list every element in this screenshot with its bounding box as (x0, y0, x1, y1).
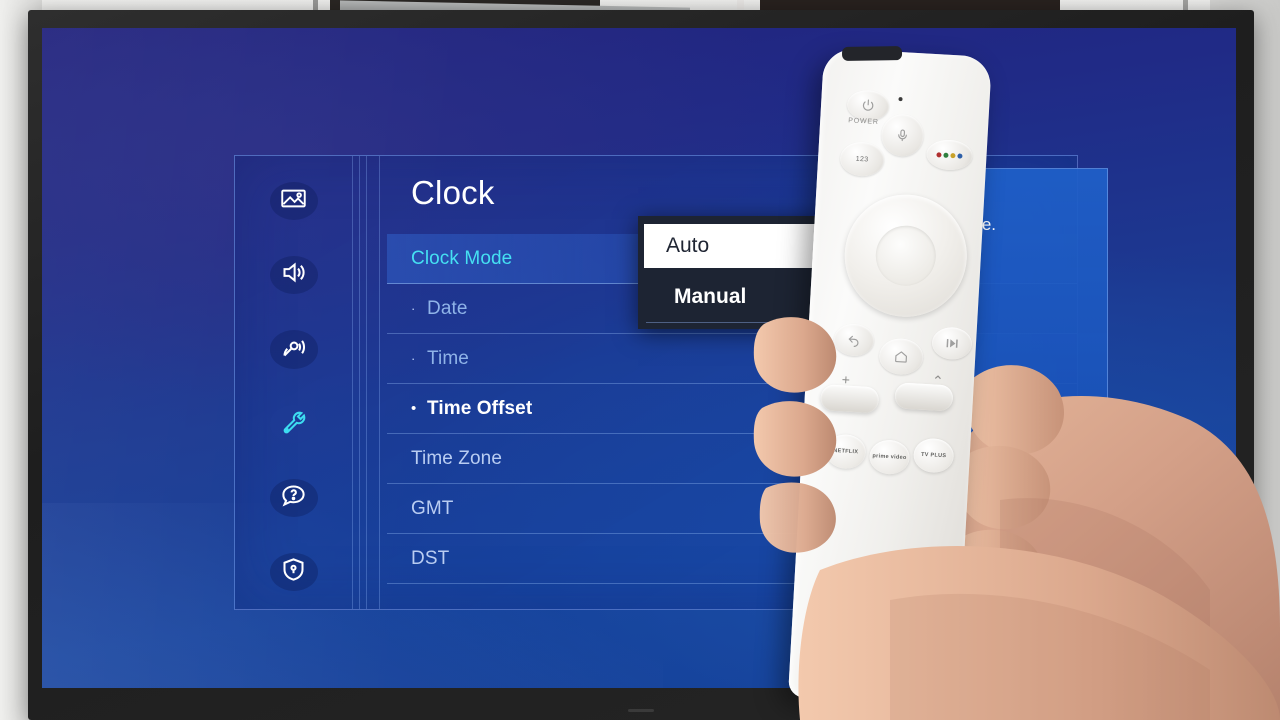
remote-volume-rocker[interactable] (820, 384, 880, 414)
wrench-icon (280, 408, 307, 440)
sidebar-item-broadcast[interactable] (269, 330, 318, 369)
prime-video-label: prime video (872, 453, 907, 462)
color-dots-icon (936, 151, 963, 159)
picture-icon (280, 185, 307, 217)
setting-label: Date (427, 297, 468, 319)
sidebar-item-sound[interactable] (269, 256, 318, 295)
rail-divider-2 (359, 156, 360, 609)
sidebar-item-privacy[interactable] (269, 552, 318, 592)
row-bullet: · (411, 301, 416, 316)
tv-bezel-badge (628, 709, 654, 712)
setting-label: Clock Mode (411, 247, 513, 269)
sidebar-item-picture[interactable] (269, 182, 318, 221)
rail-divider-1 (352, 156, 353, 609)
row-bullet: • (411, 400, 417, 417)
shield-key-icon (280, 556, 307, 588)
setting-label: GMT (411, 497, 454, 519)
remote-channel-rocker[interactable] (894, 382, 954, 412)
sidebar-item-general[interactable] (269, 404, 318, 443)
netflix-label: NETFLIX (833, 447, 859, 456)
speaker-icon (280, 259, 307, 291)
setting-label: Time Offset (427, 397, 533, 419)
row-bullet: · (411, 351, 416, 366)
antenna-icon (280, 333, 307, 365)
rail-divider-3 (366, 156, 367, 609)
setting-label: Time (427, 347, 469, 369)
rail-divider-4 (379, 156, 380, 609)
setting-label: DST (411, 547, 450, 569)
remote-ir-notch (841, 46, 903, 61)
question-bubble-icon (280, 482, 307, 514)
settings-sidebar (235, 156, 352, 609)
dropdown-option-label: Auto (666, 234, 710, 257)
remote-numbers-label: 123 (855, 155, 869, 163)
samsung-tv-plus-label: TV PLUS (920, 451, 947, 460)
dropdown-option-label: Manual (674, 285, 747, 308)
setting-label: Time Zone (411, 447, 503, 469)
sidebar-item-support[interactable] (269, 478, 318, 517)
